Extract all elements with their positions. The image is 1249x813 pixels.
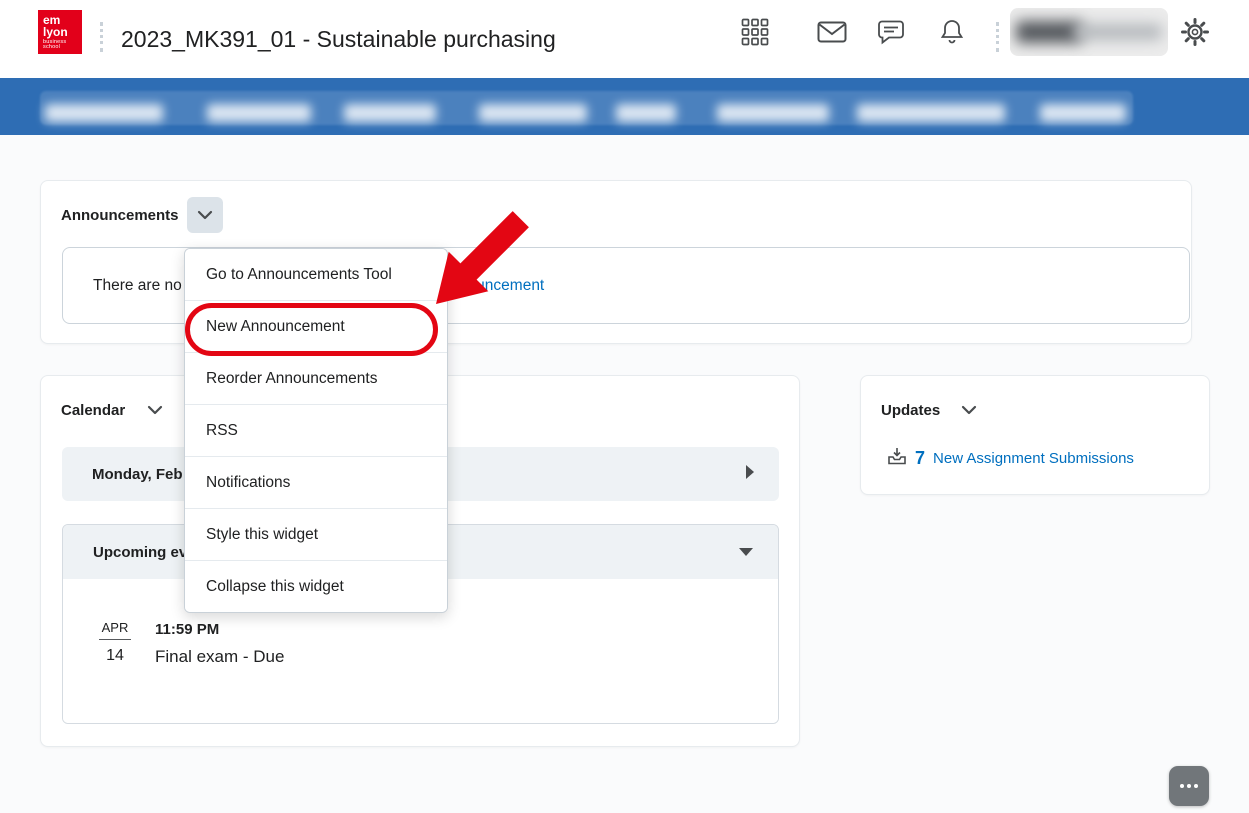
mail-icon (817, 20, 847, 47)
chevron-down-icon (961, 403, 977, 418)
top-navbar: em lyon business school 2023_MK391_01 - … (0, 0, 1249, 78)
updates-widget: Updates 7 New Assignment Submissions (860, 375, 1210, 495)
new-submissions-link[interactable]: New Assignment Submissions (933, 450, 1134, 467)
app-grid-icon (741, 18, 769, 49)
updates-title: Updates (881, 392, 940, 428)
dotted-divider (100, 22, 103, 52)
floating-more-button[interactable] (1169, 766, 1209, 806)
logo-text: lyon (43, 26, 82, 38)
course-title: 2023_MK391_01 - Sustainable purchasing (121, 0, 556, 78)
menu-item-style-this-widget[interactable]: Style this widget (185, 508, 447, 560)
event-date: APR 14 (93, 619, 137, 667)
calendar-date-label: Monday, Feb (92, 466, 183, 483)
nav-item-redacted[interactable] (857, 104, 1005, 122)
app-grid-button[interactable] (737, 15, 773, 51)
logo-text: em (43, 14, 82, 26)
redacted-blob (1016, 21, 1082, 43)
course-navbar (0, 78, 1249, 135)
logo-text: business school (43, 40, 82, 51)
chevron-down-icon (197, 208, 213, 223)
settings-button[interactable] (1177, 15, 1213, 51)
dotted-divider (996, 22, 999, 52)
redacted-blob (1074, 24, 1162, 40)
emlyon-logo[interactable]: em lyon business school (38, 10, 82, 54)
announcements-context-menu: Go to Announcements Tool New Announcemen… (184, 248, 448, 613)
chat-icon (877, 19, 905, 48)
event-details: 11:59 PM Final exam - Due (155, 619, 284, 667)
submissions-count: 7 (915, 448, 925, 469)
updates-assignments-row[interactable]: 7 New Assignment Submissions (887, 446, 1134, 471)
chevron-down-icon (147, 403, 163, 418)
announcements-title: Announcements (61, 197, 179, 233)
nav-item-redacted[interactable] (344, 104, 436, 122)
nav-item-redacted[interactable] (479, 104, 587, 122)
gear-icon (1181, 18, 1209, 49)
calendar-title: Calendar (61, 392, 125, 428)
nav-item-redacted[interactable] (717, 104, 829, 122)
notifications-button[interactable] (934, 15, 970, 51)
nav-item-redacted[interactable] (1040, 104, 1126, 122)
menu-item-notifications[interactable]: Notifications (185, 456, 447, 508)
calendar-event: APR 14 11:59 PM Final exam - Due (93, 619, 284, 667)
user-menu-redacted[interactable] (1010, 8, 1168, 56)
menu-item-collapse-this-widget[interactable]: Collapse this widget (185, 560, 447, 612)
collapse-triangle-icon[interactable] (738, 544, 754, 561)
upcoming-events-label: Upcoming ev (93, 544, 187, 561)
event-month: APR (99, 620, 132, 640)
event-day: 14 (93, 647, 137, 665)
event-name[interactable]: Final exam - Due (155, 647, 284, 667)
chat-button[interactable] (873, 15, 909, 51)
nav-item-redacted[interactable] (616, 104, 676, 122)
menu-item-new-announcement[interactable]: New Announcement (185, 300, 447, 352)
announcements-menu-button[interactable] (187, 197, 223, 233)
event-time: 11:59 PM (155, 621, 284, 638)
assignment-icon (887, 446, 907, 471)
nav-item-redacted[interactable] (45, 104, 163, 122)
menu-item-reorder-announcements[interactable]: Reorder Announcements (185, 352, 447, 404)
updates-menu-button[interactable] (951, 392, 987, 428)
calendar-menu-button[interactable] (137, 392, 173, 428)
bell-icon (939, 18, 965, 49)
menu-item-go-to-announcements-tool[interactable]: Go to Announcements Tool (185, 249, 447, 300)
more-options-icon (1180, 784, 1198, 788)
page: em lyon business school 2023_MK391_01 - … (0, 0, 1249, 813)
menu-item-rss[interactable]: RSS (185, 404, 447, 456)
next-arrow-icon[interactable] (745, 464, 755, 484)
mail-button[interactable] (814, 15, 850, 51)
nav-item-redacted[interactable] (207, 104, 311, 122)
